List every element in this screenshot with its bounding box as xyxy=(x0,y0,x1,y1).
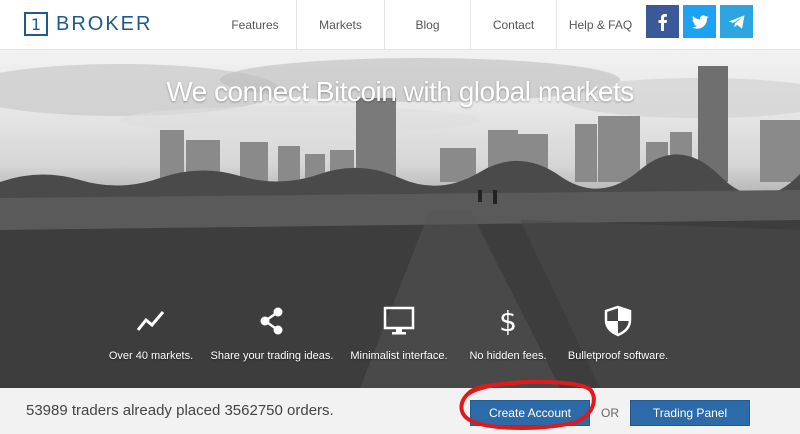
create-account-button[interactable]: Create Account xyxy=(470,400,590,426)
social-links xyxy=(646,5,753,38)
main-nav: Features Markets Blog Contact Help & FAQ xyxy=(214,0,644,50)
trend-line-icon xyxy=(136,311,165,331)
feature-label: No hidden fees. xyxy=(469,350,547,362)
logo-text: BROKER xyxy=(56,12,153,35)
nav-item-features[interactable]: Features xyxy=(214,0,296,50)
feature-software: Bulletproof software. xyxy=(566,304,670,362)
logo-mark: 1 xyxy=(24,12,48,36)
monitor-icon xyxy=(383,306,415,335)
feature-interface: Minimalist interface. xyxy=(350,304,448,362)
nav-item-help[interactable]: Help & FAQ xyxy=(556,0,644,50)
telegram-icon xyxy=(728,14,744,29)
facebook-button[interactable] xyxy=(646,5,679,38)
svg-text:$: $ xyxy=(499,305,517,337)
feature-fees: $ No hidden fees. xyxy=(466,304,550,362)
site-header: 1 BROKER Features Markets Blog Contact H… xyxy=(0,0,800,50)
cta-bar: 53989 traders already placed 3562750 ord… xyxy=(0,388,800,434)
facebook-icon xyxy=(658,13,667,31)
feature-markets: Over 40 markets. xyxy=(105,304,197,362)
logo[interactable]: 1 BROKER xyxy=(24,12,152,36)
nav-item-contact[interactable]: Contact xyxy=(470,0,556,50)
shield-icon xyxy=(604,305,632,337)
nav-item-blog[interactable]: Blog xyxy=(384,0,470,50)
feature-label: Minimalist interface. xyxy=(350,350,448,362)
hero-banner: We connect Bitcoin with global markets O… xyxy=(0,50,800,388)
trading-panel-button[interactable]: Trading Panel xyxy=(630,400,750,426)
feature-label: Over 40 markets. xyxy=(108,350,194,362)
share-icon xyxy=(260,307,283,335)
nav-item-markets[interactable]: Markets xyxy=(296,0,384,50)
feature-share: Share your trading ideas. xyxy=(210,304,334,362)
feature-label: Share your trading ideas. xyxy=(210,350,334,362)
or-separator: OR xyxy=(601,406,619,420)
telegram-button[interactable] xyxy=(720,5,753,38)
dollar-icon: $ xyxy=(499,305,517,337)
twitter-icon xyxy=(691,14,709,29)
hero-headline: We connect Bitcoin with global markets xyxy=(166,76,634,107)
feature-label: Bulletproof software. xyxy=(567,350,669,362)
twitter-button[interactable] xyxy=(683,5,716,38)
trader-stats: 53989 traders already placed 3562750 ord… xyxy=(26,402,334,419)
